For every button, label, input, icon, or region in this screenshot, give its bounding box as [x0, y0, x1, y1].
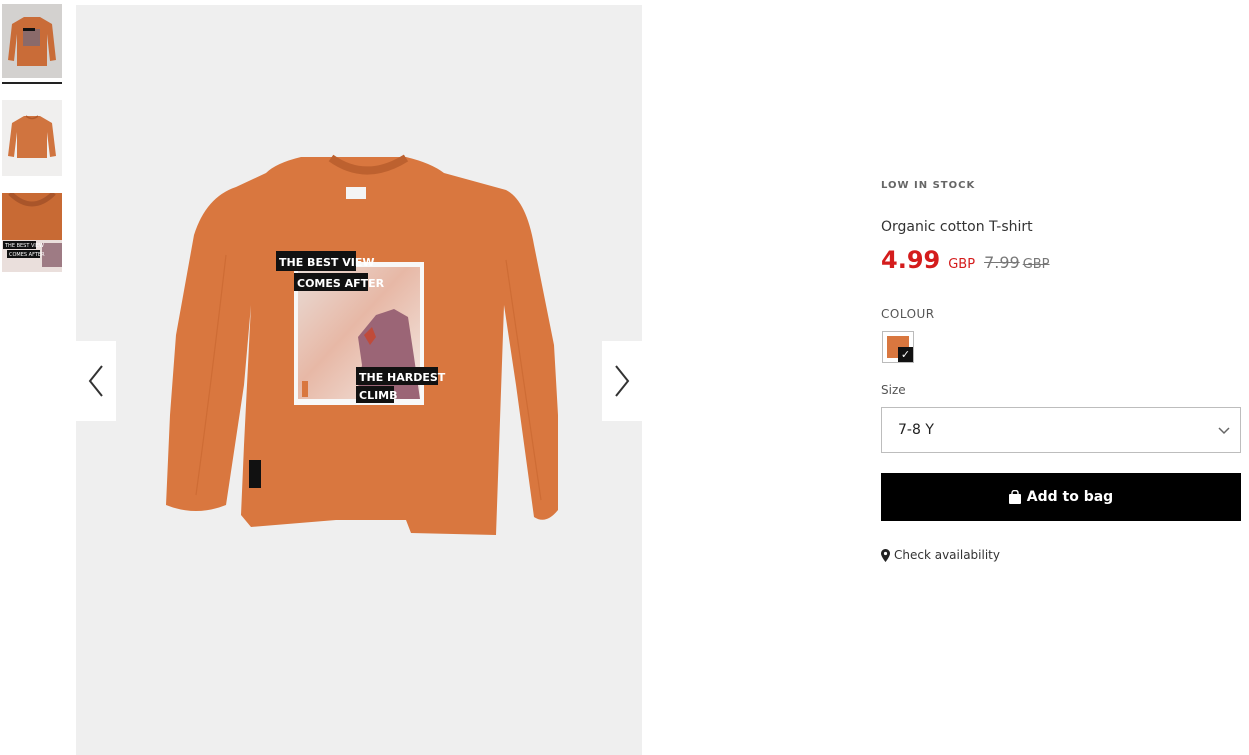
print-line-3: THE HARDEST [359, 371, 446, 384]
chevron-down-icon [1218, 427, 1230, 435]
size-label: Size [881, 383, 906, 397]
colour-swatch-orange[interactable]: ✓ [882, 331, 914, 363]
product-main-image[interactable]: THE BEST VIEW COMES AFTER THE HARDEST CL… [76, 5, 642, 755]
colour-label: COLOUR [881, 307, 935, 321]
shopping-bag-icon [1008, 490, 1021, 504]
gallery-prev-button[interactable] [76, 341, 116, 421]
thumbnail-3[interactable]: THE BEST VIEW COMES AFTER [2, 193, 62, 272]
chevron-right-icon [615, 365, 630, 397]
add-to-bag-button[interactable]: Add to bag [881, 473, 1241, 521]
original-price: 7.99 [984, 253, 1020, 272]
sale-price: 4.99 [881, 246, 941, 274]
thumbnail-3-image: THE BEST VIEW COMES AFTER [2, 193, 62, 272]
thumbnail-1-image [2, 4, 62, 78]
print-line-1: THE BEST VIEW [279, 256, 374, 269]
check-availability-label: Check availability [894, 548, 1000, 562]
print-line-2: COMES AFTER [297, 277, 385, 290]
thumbnail-2-image [2, 100, 62, 176]
size-select[interactable]: 7-8 Y [881, 407, 1241, 453]
original-price-currency: GBP [1022, 257, 1050, 272]
add-to-bag-label: Add to bag [1026, 489, 1114, 505]
check-availability-link[interactable]: Check availability [881, 548, 1000, 562]
product-name: Organic cotton T-shirt [881, 219, 1033, 235]
size-selected-value: 7-8 Y [898, 422, 934, 438]
checkmark-icon: ✓ [898, 347, 913, 362]
price-row: 4.99 GBP 7.99 GBP [881, 246, 1050, 274]
stock-status: LOW IN STOCK [881, 180, 976, 191]
thumbnail-1[interactable] [2, 4, 62, 78]
location-pin-icon [881, 548, 890, 562]
thumbnail-3-print-line-2: COMES AFTER [9, 252, 45, 258]
gallery-next-button[interactable] [602, 341, 642, 421]
sale-price-currency: GBP [948, 257, 976, 272]
product-gallery: THE BEST VIEW COMES AFTER THE HARDEST CL… [76, 5, 642, 755]
chevron-left-icon [88, 365, 103, 397]
thumbnail-3-print-line-1: THE BEST VIEW [4, 243, 44, 249]
thumbnail-2[interactable] [2, 100, 62, 176]
print-line-4: CLIMB [359, 389, 398, 402]
thumbnail-active-indicator [2, 82, 62, 84]
